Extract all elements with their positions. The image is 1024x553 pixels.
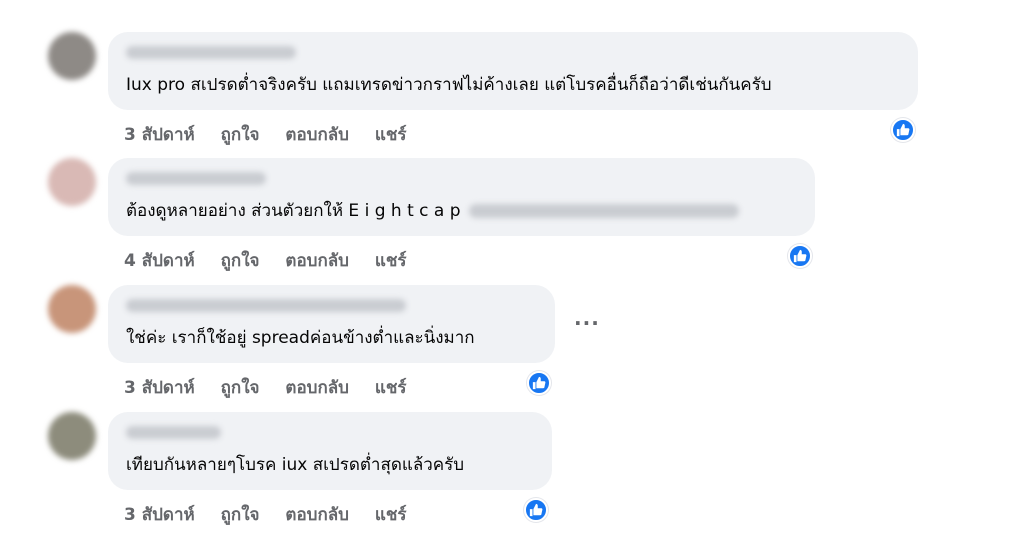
author-name-blurred[interactable] (126, 172, 266, 185)
like-button[interactable]: ถูกใจ (221, 125, 260, 145)
comment-bubble: เทียบกันหลายๆโบรค iux สเปรดต่ำสุดแล้วครั… (108, 412, 552, 490)
comment-text: ต้องดูหลายอย่าง ส่วนตัวยกให้ E i g h t c… (126, 200, 739, 222)
reply-button[interactable]: ตอบกลับ (285, 251, 349, 271)
like-button[interactable]: ถูกใจ (221, 378, 260, 398)
avatar[interactable] (48, 412, 96, 460)
timestamp[interactable]: 4 สัปดาห์ (124, 251, 195, 271)
author-name-blurred[interactable] (126, 426, 221, 439)
reply-button[interactable]: ตอบกลับ (285, 378, 349, 398)
comment-text-visible: ต้องดูหลายอย่าง ส่วนตัวยกให้ E i g h t c… (126, 201, 461, 221)
comment-bubble: ต้องดูหลายอย่าง ส่วนตัวยกให้ E i g h t c… (108, 158, 815, 236)
share-button[interactable]: แชร์ (375, 378, 407, 398)
share-button[interactable]: แชร์ (375, 505, 407, 525)
like-button[interactable]: ถูกใจ (221, 505, 260, 525)
avatar[interactable] (48, 285, 96, 333)
timestamp[interactable]: 3 สัปดาห์ (124, 125, 195, 145)
comment-actions: 4 สัปดาห์ ถูกใจ ตอบกลับ แชร์ (124, 247, 427, 274)
comment-actions: 3 สัปดาห์ ถูกใจ ตอบกลับ แชร์ (124, 121, 427, 148)
share-button[interactable]: แชร์ (375, 251, 407, 271)
comment-bubble: ใช่ค่ะ เราก็ใช้อยู่ spreadค่อนข้างต่ำและ… (108, 285, 555, 363)
comment-text-blurred (468, 204, 739, 218)
avatar[interactable] (48, 158, 96, 206)
author-name-blurred[interactable] (126, 46, 296, 59)
thumbs-up-icon[interactable] (524, 498, 548, 522)
reply-button[interactable]: ตอบกลับ (285, 505, 349, 525)
timestamp[interactable]: 3 สัปดาห์ (124, 378, 195, 398)
thumbs-up-icon[interactable] (527, 371, 551, 395)
comment-bubble: Iux pro สเปรดต่ำจริงครับ แถมเทรดข่าวกราฟ… (108, 32, 918, 110)
timestamp[interactable]: 3 สัปดาห์ (124, 505, 195, 525)
comment-text: Iux pro สเปรดต่ำจริงครับ แถมเทรดข่าวกราฟ… (126, 75, 772, 95)
comment-item: ต้องดูหลายอย่าง ส่วนตัวยกให้ E i g h t c… (0, 158, 1024, 286)
comment-actions: 3 สัปดาห์ ถูกใจ ตอบกลับ แชร์ (124, 374, 427, 401)
thumbs-up-icon[interactable] (891, 118, 915, 142)
more-options-icon[interactable]: ··· (574, 311, 600, 335)
comment-item: เทียบกันหลายๆโบรค iux สเปรดต่ำสุดแล้วครั… (0, 412, 1024, 540)
comment-text: ใช่ค่ะ เราก็ใช้อยู่ spreadค่อนข้างต่ำและ… (126, 328, 475, 348)
comment-text: เทียบกันหลายๆโบรค iux สเปรดต่ำสุดแล้วครั… (126, 455, 465, 475)
comment-item: Iux pro สเปรดต่ำจริงครับ แถมเทรดข่าวกราฟ… (0, 32, 1024, 160)
avatar[interactable] (48, 32, 96, 80)
reply-button[interactable]: ตอบกลับ (285, 125, 349, 145)
comment-actions: 3 สัปดาห์ ถูกใจ ตอบกลับ แชร์ (124, 501, 427, 528)
comment-item: ใช่ค่ะ เราก็ใช้อยู่ spreadค่อนข้างต่ำและ… (0, 285, 1024, 413)
author-name-blurred[interactable] (126, 299, 406, 312)
share-button[interactable]: แชร์ (375, 125, 407, 145)
thumbs-up-icon[interactable] (788, 244, 812, 268)
like-button[interactable]: ถูกใจ (221, 251, 260, 271)
